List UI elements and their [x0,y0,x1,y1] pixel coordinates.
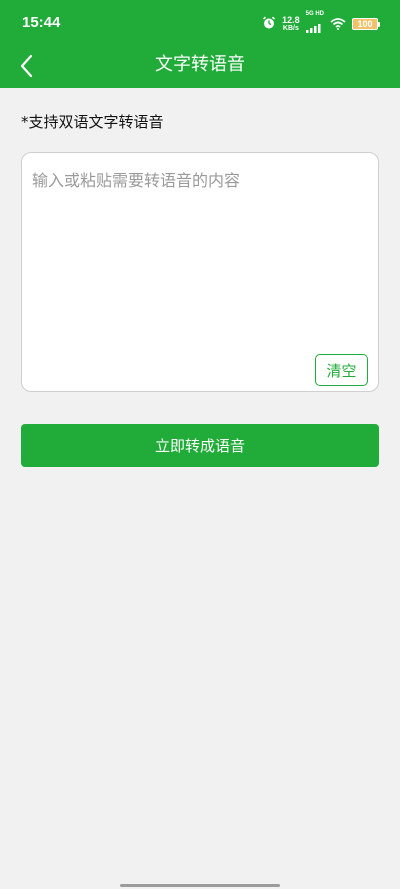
signal-icon [305,18,322,37]
wifi-icon [330,15,346,34]
battery-level: 100 [357,19,373,29]
battery-icon: 100 [352,18,380,30]
status-time: 15:44 [22,14,61,31]
convert-to-speech-button[interactable]: 立即转成语音 [21,424,379,467]
text-input[interactable] [32,167,368,351]
status-bar: 15:44 12.8 KB/s 5G HD 100 [0,0,400,48]
status-icons: 12.8 KB/s 5G HD 100 [262,11,380,34]
signal-label: 5G HD [305,11,324,17]
net-speed-unit: KB/s [282,25,299,32]
text-input-card: 清空 [21,152,379,392]
home-indicator[interactable] [120,884,280,887]
support-hint: *支持双语文字转语音 [21,113,164,131]
page-title: 文字转语音 [155,54,245,75]
clear-button[interactable]: 清空 [315,354,368,386]
nav-bar: 文字转语音 [0,48,400,88]
signal: 5G HD [305,11,324,37]
net-speed-value: 12.8 [282,15,300,25]
net-speed: 12.8 KB/s [282,15,300,33]
alarm-icon [262,15,276,34]
